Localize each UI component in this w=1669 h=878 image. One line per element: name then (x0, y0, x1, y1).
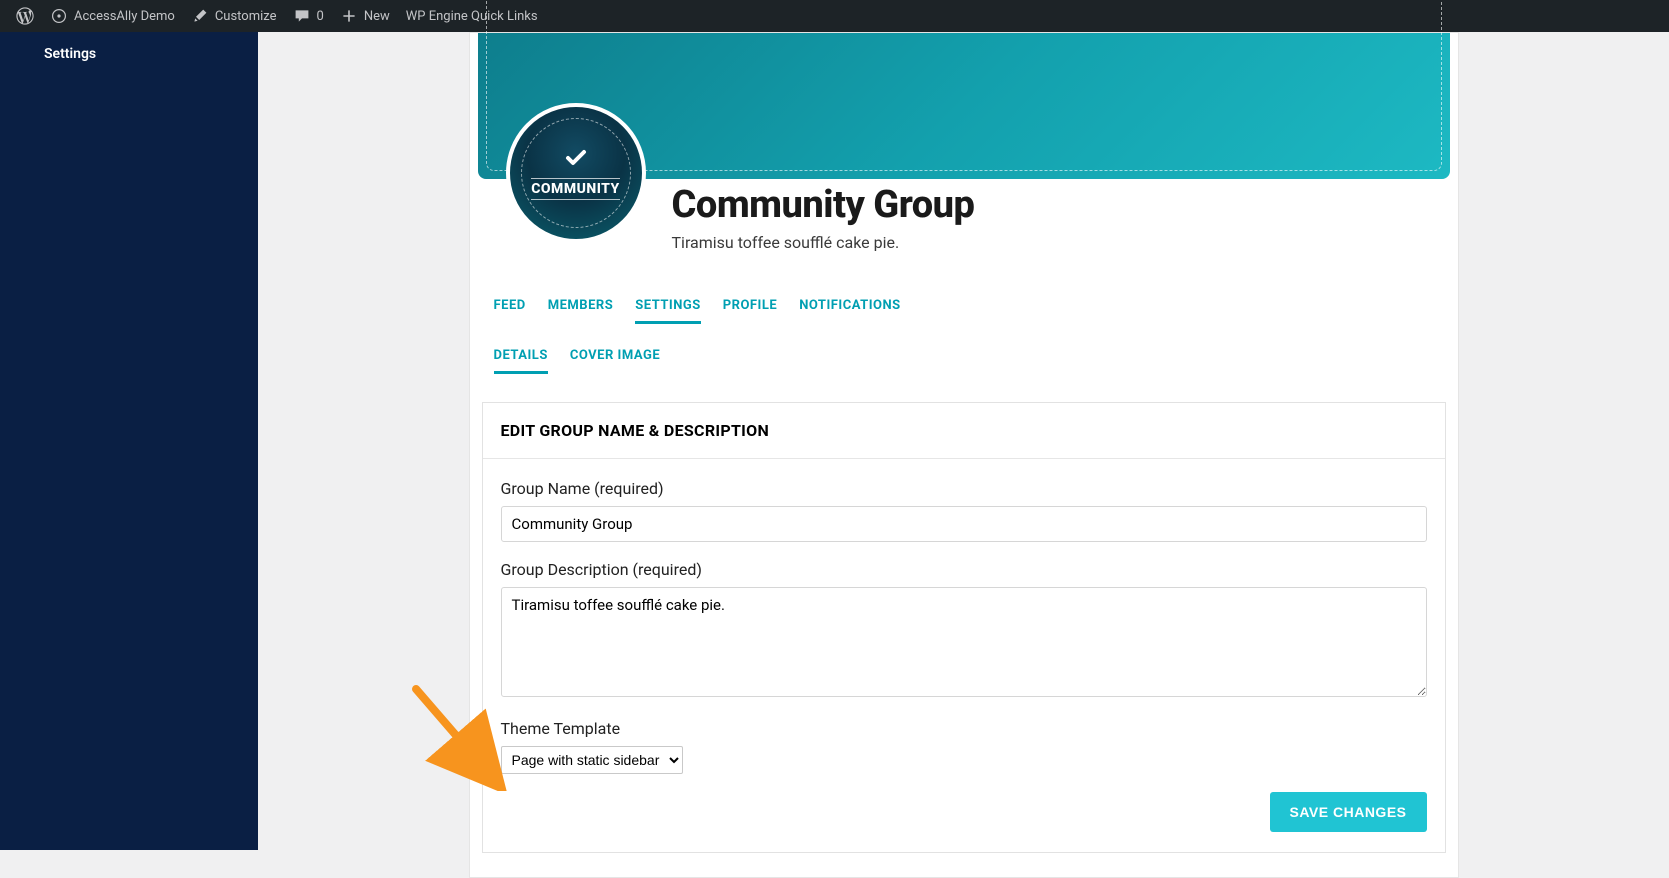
primary-tabs: FEED MEMBERS SETTINGS PROFILE NOTIFICATIONS (482, 298, 1446, 324)
new-text: New (364, 9, 390, 24)
site-name-text: AccessAlly Demo (74, 9, 175, 24)
group-desc-input[interactable] (501, 587, 1427, 697)
badge-inner: COMMUNITY (521, 118, 631, 228)
comments-menu[interactable]: 0 (285, 0, 332, 32)
group-desc-label: Group Description (required) (501, 560, 1427, 579)
page-title: Community Group (672, 183, 1422, 227)
customize-menu[interactable]: Customize (183, 0, 285, 32)
theme-template-field: Theme Template Page with static sidebar (501, 719, 1427, 774)
tab-settings[interactable]: SETTINGS (635, 298, 701, 324)
wordpress-icon (16, 7, 34, 25)
customize-text: Customize (215, 9, 277, 24)
comment-icon (293, 7, 311, 25)
page-subtitle: Tiramisu toffee soufflé cake pie. (672, 233, 1422, 252)
wp-logo-menu[interactable] (8, 0, 42, 32)
subtab-cover-image[interactable]: COVER IMAGE (570, 348, 660, 374)
main-area: COMMUNITY Community Group Tiramisu toffe… (258, 32, 1669, 878)
subtab-details[interactable]: DETAILS (494, 348, 548, 374)
site-name-menu[interactable]: AccessAlly Demo (42, 0, 183, 32)
brush-icon (191, 7, 209, 25)
community-badge: COMMUNITY (506, 103, 646, 243)
admin-sidebar: Settings (0, 32, 258, 850)
plus-icon (340, 7, 358, 25)
group-desc-field: Group Description (required) (501, 560, 1427, 701)
badge-label: COMMUNITY (531, 178, 620, 200)
new-menu[interactable]: New (332, 0, 398, 32)
tab-members[interactable]: MEMBERS (548, 298, 614, 324)
edit-form-box: EDIT GROUP NAME & DESCRIPTION Group Name… (482, 402, 1446, 853)
form-section-title: EDIT GROUP NAME & DESCRIPTION (483, 403, 1445, 459)
theme-template-select[interactable]: Page with static sidebar (501, 746, 683, 774)
tab-profile[interactable]: PROFILE (723, 298, 777, 324)
content-card: COMMUNITY Community Group Tiramisu toffe… (469, 32, 1459, 878)
group-name-label: Group Name (required) (501, 479, 1427, 498)
check-icon (564, 146, 588, 176)
form-actions: SAVE CHANGES (501, 792, 1427, 832)
save-changes-button[interactable]: SAVE CHANGES (1270, 792, 1427, 832)
dashboard-icon (50, 7, 68, 25)
group-name-input[interactable] (501, 506, 1427, 542)
secondary-tabs: DETAILS COVER IMAGE (482, 348, 1446, 374)
right-gutter (1537, 32, 1669, 850)
sidebar-item-label: Settings (44, 46, 96, 62)
theme-template-label: Theme Template (501, 719, 1427, 738)
badge-circle: COMMUNITY (506, 103, 646, 243)
title-block: Community Group Tiramisu toffee soufflé … (672, 183, 1446, 252)
group-name-field: Group Name (required) (501, 479, 1427, 542)
comments-count: 0 (317, 9, 324, 24)
sidebar-item-settings[interactable]: Settings (0, 38, 258, 70)
form-body: Group Name (required) Group Description … (483, 459, 1445, 852)
tab-notifications[interactable]: NOTIFICATIONS (799, 298, 900, 324)
tab-feed[interactable]: FEED (494, 298, 526, 324)
